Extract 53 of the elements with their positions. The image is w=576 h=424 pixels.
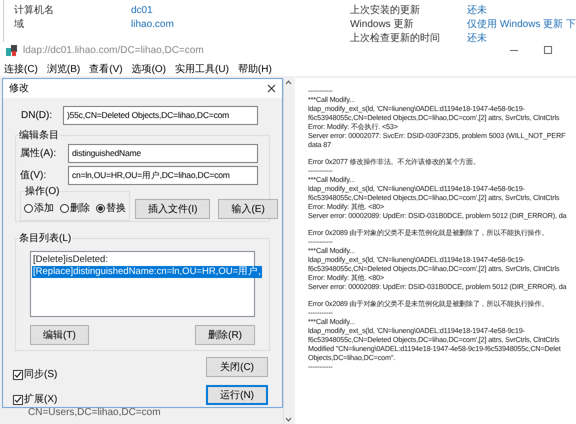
scrollbar[interactable] bbox=[283, 78, 293, 424]
close-button[interactable]: 关闭(C) bbox=[206, 357, 268, 377]
property-link[interactable]: 还未 bbox=[467, 33, 488, 45]
property-label: 上次安装的更新 bbox=[350, 5, 422, 17]
close-icon[interactable] bbox=[267, 84, 276, 94]
checkbox[interactable] bbox=[13, 370, 23, 380]
radio-label: 删除 bbox=[70, 202, 90, 216]
menu-item[interactable]: 连接(C) bbox=[4, 62, 38, 76]
property-link[interactable]: dc01 bbox=[131, 5, 153, 17]
radio-button[interactable] bbox=[24, 204, 33, 213]
run-button[interactable]: 运行(N) bbox=[206, 385, 268, 405]
delete-button[interactable]: 删除(R) bbox=[195, 325, 255, 346]
property-label: 上次检查更新的时间 bbox=[350, 33, 442, 45]
checkbox[interactable] bbox=[13, 394, 23, 404]
list-entry[interactable]: [Delete]isDeleted: bbox=[32, 254, 109, 266]
group-label: 条目列表(L) bbox=[18, 231, 72, 246]
radio-label: 添加 bbox=[34, 202, 54, 216]
radio-button[interactable] bbox=[96, 204, 105, 213]
radio-label: 替换 bbox=[106, 202, 126, 216]
checkbox-label: 扩展(X) bbox=[24, 392, 58, 407]
tree-item[interactable]: CN=Users,DC=lihao,DC=com bbox=[28, 408, 283, 418]
menu-item[interactable]: 查看(V) bbox=[89, 62, 123, 76]
insert-file-button[interactable]: 插入文件(I) bbox=[135, 199, 210, 220]
menu-item[interactable]: 浏览(B) bbox=[46, 62, 80, 76]
radio-button[interactable] bbox=[60, 204, 69, 213]
property-link[interactable]: 还未 bbox=[467, 5, 488, 17]
field-label: DN(D): bbox=[21, 109, 54, 124]
menu-item[interactable]: 实用工具(U) bbox=[175, 62, 229, 76]
dialog-title: 修改 bbox=[9, 82, 29, 96]
group-label: 操作(O) bbox=[24, 184, 60, 200]
enter-button[interactable]: 输入(E) bbox=[218, 199, 278, 220]
property-label: 计算机名 bbox=[14, 5, 55, 17]
edit-button[interactable]: 编辑(T) bbox=[30, 325, 89, 346]
menu-item[interactable]: 选项(O) bbox=[132, 62, 166, 76]
checkbox-label: 同步(S) bbox=[24, 368, 58, 382]
menu-item[interactable]: 帮助(H) bbox=[238, 62, 272, 76]
list-entry[interactable]: [Replace]distinguishedName:cn=ln,OU=HR,OU=用户, bbox=[32, 266, 262, 278]
maximize-icon[interactable] bbox=[544, 46, 552, 54]
check-icon bbox=[14, 396, 22, 404]
field-label: 值(V): bbox=[20, 169, 48, 184]
value-field[interactable]: cn=ln,OU=HR,OU=用户,DC=lihao,DC=com bbox=[68, 166, 258, 186]
dn-field[interactable]: )55c,CN=Deleted Objects,DC=lihao,DC=com bbox=[63, 106, 258, 126]
property-label: 域 bbox=[14, 19, 25, 31]
app-icon bbox=[6, 44, 17, 56]
scroll-up-icon[interactable] bbox=[285, 80, 292, 85]
property-label: Windows 更新 bbox=[350, 19, 414, 31]
field-label: 属性(A): bbox=[20, 146, 58, 162]
property-link[interactable]: 仅使用 Windows 更新 下 bbox=[467, 19, 576, 31]
property-link[interactable]: lihao.com bbox=[131, 19, 174, 31]
check-icon bbox=[14, 370, 22, 378]
window-title: ldap://dc01.lihao.com/DC=lihao,DC=com bbox=[23, 44, 204, 58]
scroll-down-icon[interactable] bbox=[285, 417, 292, 422]
attribute-field[interactable]: distinguishedName bbox=[68, 144, 258, 164]
